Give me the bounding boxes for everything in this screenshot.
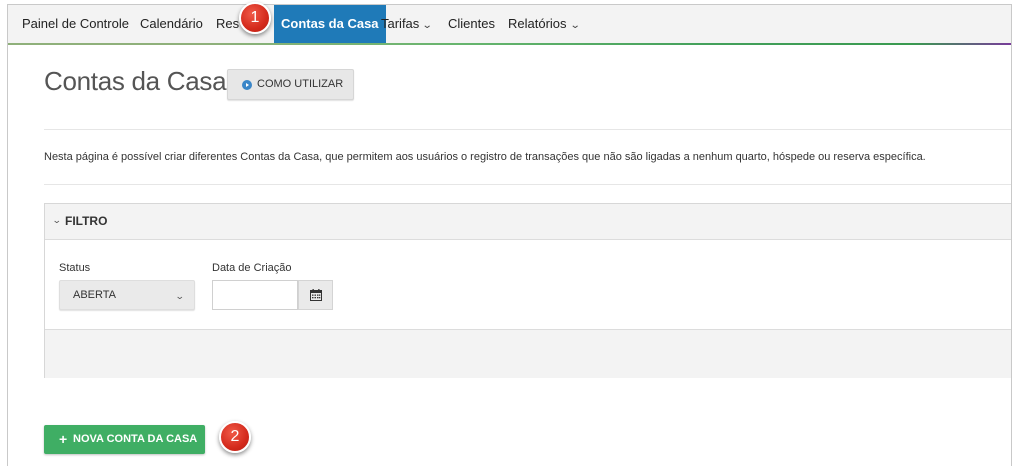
status-select[interactable]: ABERTA ⌄ — [59, 280, 195, 310]
nav-label: Res — [216, 16, 240, 31]
nav-label: Clientes — [448, 16, 495, 31]
how-to-use-label: COMO UTILIZAR — [257, 78, 344, 90]
how-to-use-button[interactable]: COMO UTILIZAR — [227, 69, 354, 100]
filter-panel-header[interactable]: ⌄ FILTRO — [45, 204, 1011, 240]
divider — [44, 184, 1011, 185]
divider — [44, 129, 1011, 130]
new-house-account-button[interactable]: + NOVA CONTA DA CASA — [44, 425, 205, 454]
chevron-down-icon: ⌄ — [422, 20, 433, 31]
filter-panel-footer — [45, 329, 1011, 378]
new-house-account-label: NOVA CONTA DA CASA — [73, 433, 198, 445]
top-navigation: Painel de Controle Calendário Res Contas… — [8, 5, 1011, 44]
nav-item-tarifas[interactable]: Tarifas ⌄ — [381, 5, 433, 43]
creation-date-label: Data de Criação — [212, 262, 292, 274]
status-value: ABERTA — [73, 289, 116, 301]
nav-label: Tarifas — [381, 16, 420, 31]
filter-title: FILTRO — [65, 214, 108, 228]
chevron-down-icon: ⌄ — [569, 20, 581, 31]
nav-label: Calendário — [140, 16, 203, 31]
nav-item-reservas[interactable]: Res — [216, 5, 239, 43]
app-window: Painel de Controle Calendário Res Contas… — [7, 4, 1012, 466]
nav-label: Relatórios — [508, 16, 567, 31]
nav-item-calendario[interactable]: Calendário — [140, 5, 203, 43]
step-marker-2: 2 — [219, 421, 251, 453]
nav-item-clientes[interactable]: Clientes — [448, 5, 495, 43]
nav-accent-bar — [8, 43, 1011, 45]
plus-icon: + — [59, 431, 68, 447]
step-marker-1: 1 — [239, 2, 271, 34]
nav-label: Painel de Controle — [22, 16, 129, 31]
filter-panel: ⌄ FILTRO Status ABERTA ⌄ Data de Criação — [44, 203, 1011, 378]
play-circle-icon — [242, 80, 252, 90]
chevron-down-icon: ⌄ — [175, 291, 186, 301]
page-title: Contas da Casa — [44, 66, 227, 96]
nav-label: Contas da Casa — [281, 16, 379, 31]
nav-item-relatorios[interactable]: Relatórios ⌄ — [508, 5, 581, 43]
nav-item-contas-da-casa[interactable]: Contas da Casa — [274, 5, 386, 43]
calendar-button[interactable] — [298, 280, 333, 310]
calendar-icon — [310, 289, 322, 301]
page-description: Nesta página é possível criar diferentes… — [44, 151, 926, 163]
creation-date-input[interactable] — [212, 280, 298, 310]
nav-item-painel-de-controle[interactable]: Painel de Controle — [22, 5, 129, 43]
status-label: Status — [59, 262, 91, 274]
chevron-down-icon: ⌄ — [51, 215, 62, 225]
